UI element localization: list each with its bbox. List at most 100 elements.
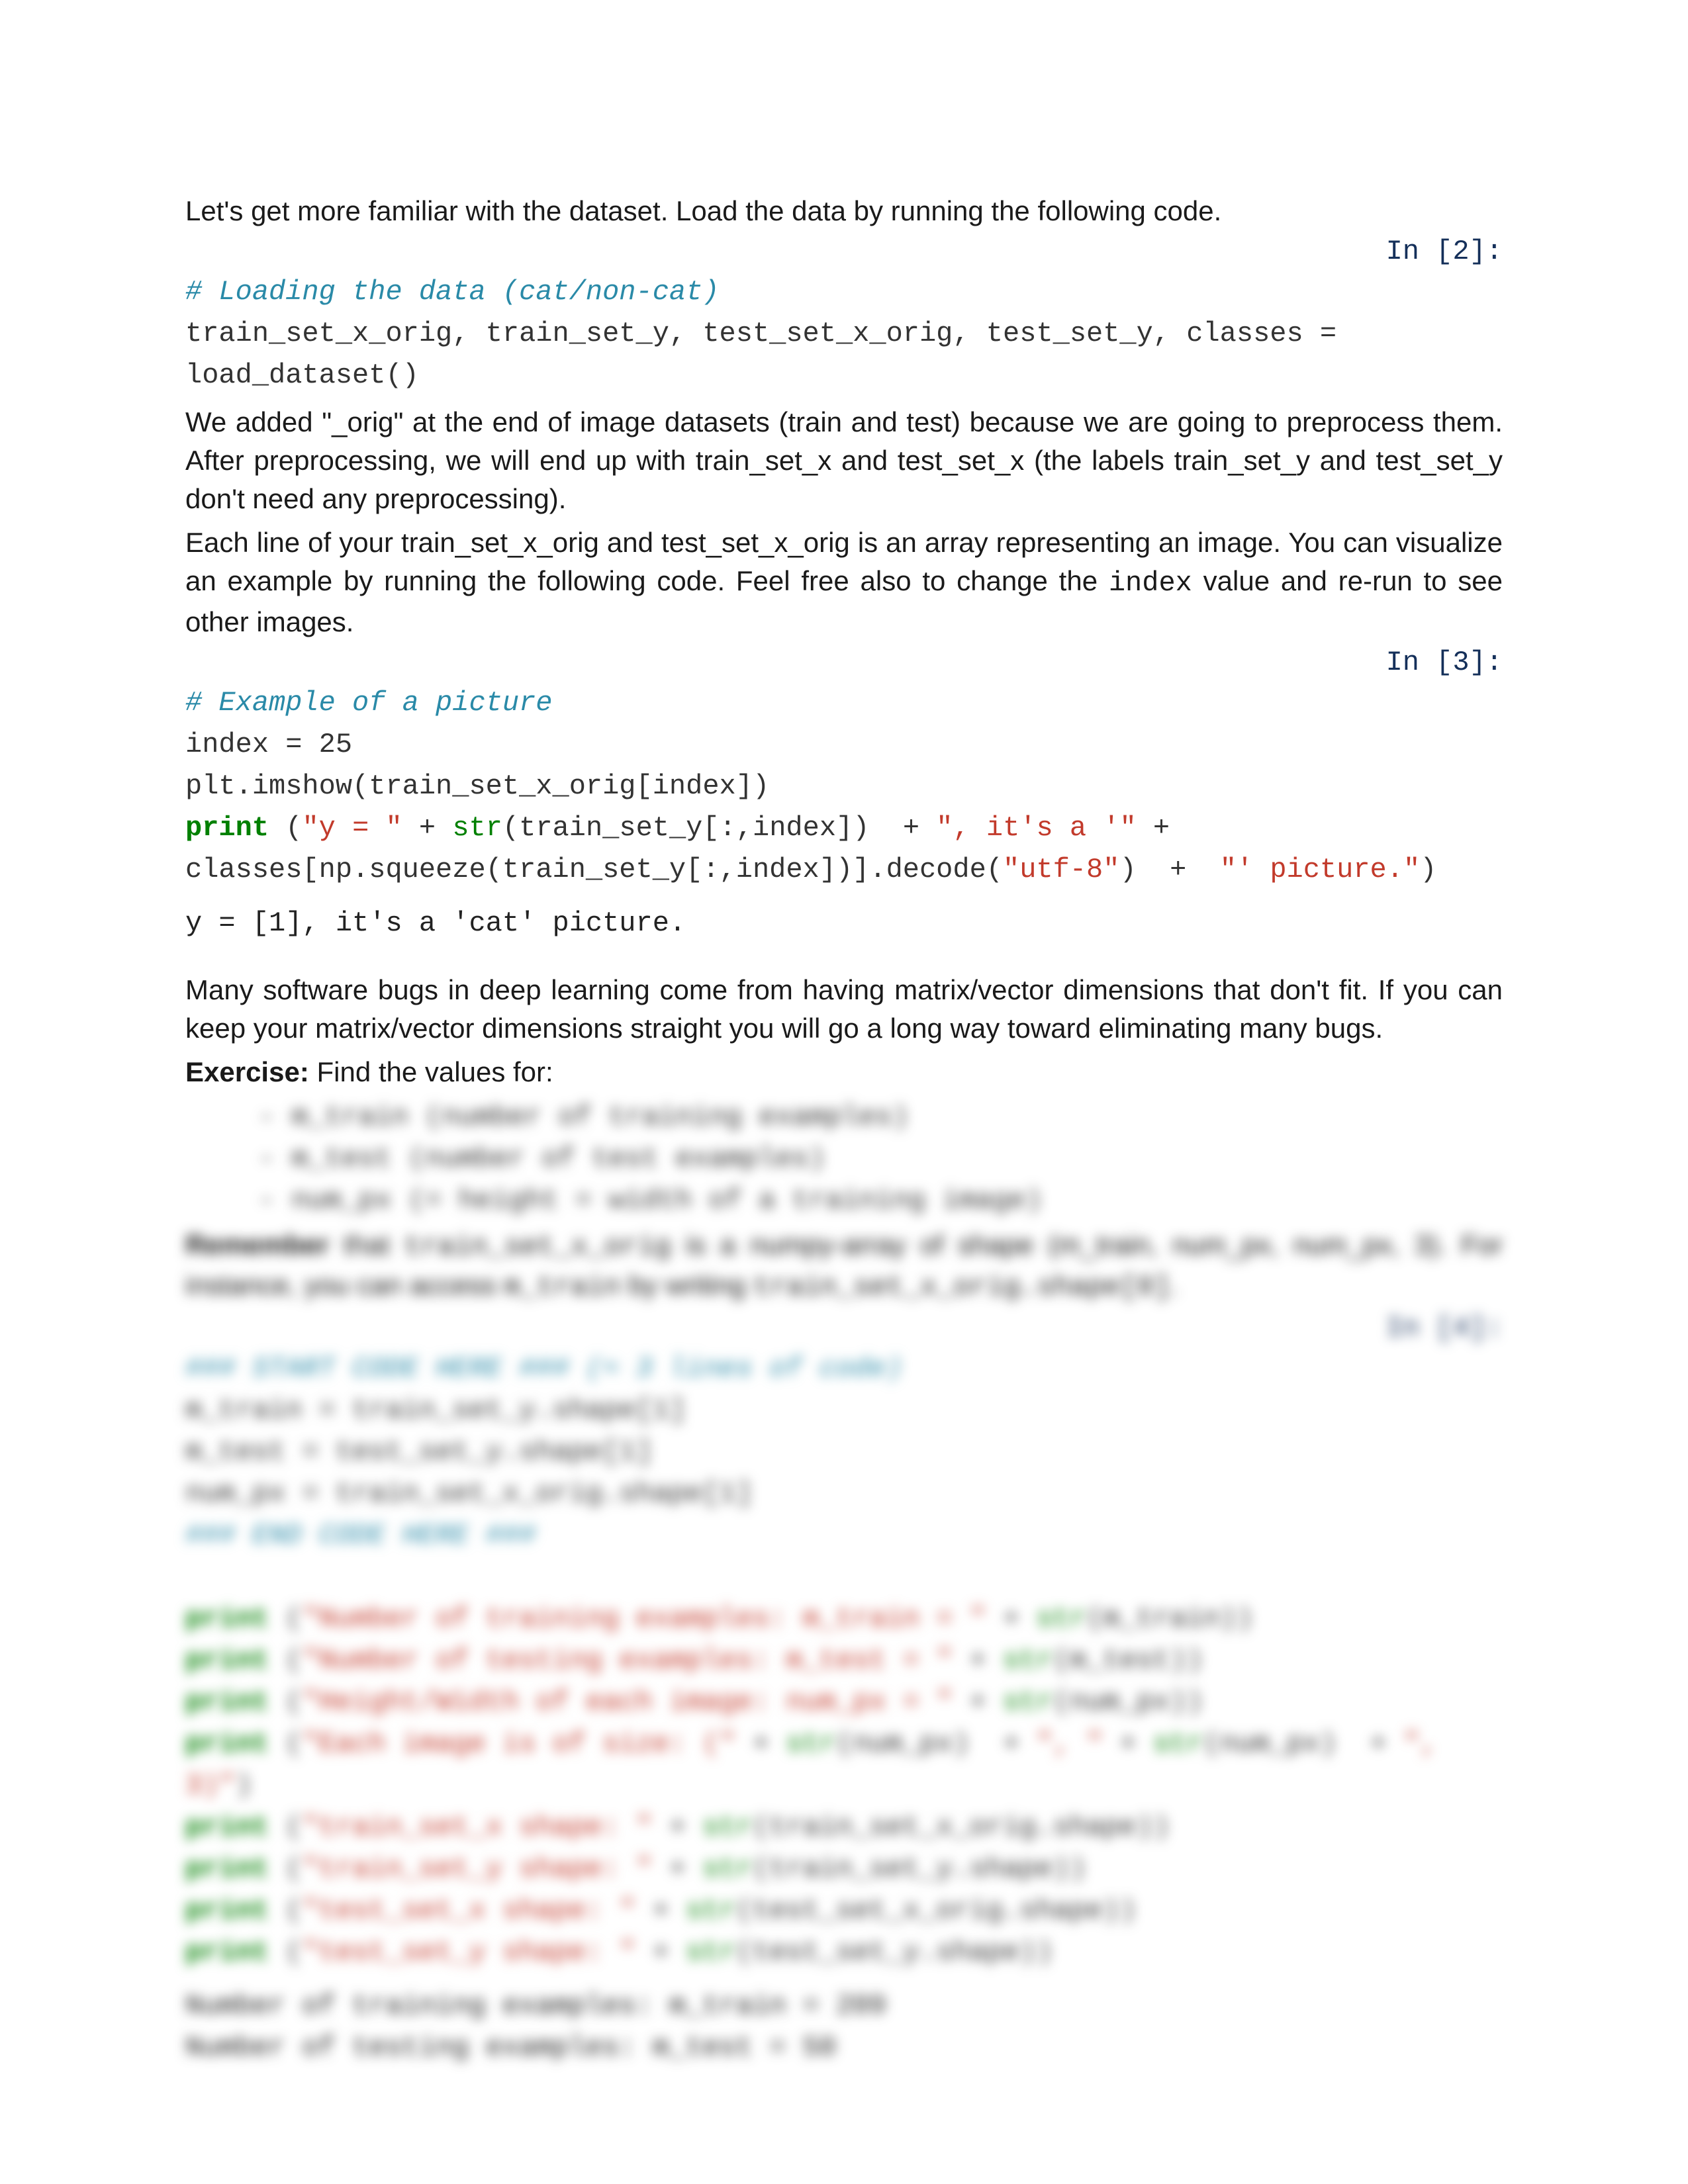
keyword-print: print	[185, 812, 269, 844]
builtin-str: str	[686, 1936, 736, 1968]
builtin-str: str	[786, 1728, 836, 1760]
code-operator: +	[1103, 1728, 1153, 1760]
builtin-str: str	[1003, 1645, 1053, 1676]
keyword-print: print	[185, 1895, 269, 1927]
code-text: (train_set_y.shape))	[753, 1853, 1086, 1885]
code-text: )	[236, 1770, 252, 1801]
text: that	[329, 1229, 404, 1260]
code-text: load_dataset()	[185, 359, 419, 391]
builtin-str: str	[1036, 1603, 1086, 1635]
code-text: m_test	[185, 1436, 302, 1468]
code-text: classes[np.squeeze(train_set_y[:,index])…	[185, 854, 1003, 886]
code-operator: +	[636, 1936, 686, 1968]
code-text: (num_px))	[1053, 1686, 1203, 1718]
code-text: m_train	[185, 1394, 319, 1426]
bugs-paragraph: Many software bugs in deep learning come…	[185, 971, 1503, 1048]
code-operator: +	[1353, 1728, 1403, 1760]
intro-paragraph: Let's get more familiar with the dataset…	[185, 192, 1503, 230]
inline-code: m_train	[504, 1271, 620, 1303]
code-text: (	[269, 812, 302, 844]
code-cell-3: # Example of a picture index = 25 plt.im…	[185, 682, 1503, 891]
builtin-str: str	[1153, 1728, 1203, 1760]
code-operator: +	[986, 1603, 1037, 1635]
blurred-content-region: - m_train (number of training examples) …	[185, 1097, 1503, 2070]
string-literal: "Each image is of size: ("	[302, 1728, 735, 1760]
code-comment: # Example of a picture	[185, 687, 553, 719]
string-literal: ", it's a '"	[936, 812, 1136, 844]
inline-code: train_set_x_orig	[404, 1231, 671, 1263]
keyword-print: print	[185, 1603, 269, 1635]
bullet-list: - m_train (number of training examples) …	[185, 1097, 1503, 1222]
code-text: (	[269, 1603, 302, 1635]
code-text: (num_px)	[1203, 1728, 1354, 1760]
string-literal: "test_set_x shape: "	[302, 1895, 635, 1927]
inline-code-index: index	[1109, 567, 1192, 599]
remember-paragraph: Remember that train_set_x_orig is a nump…	[185, 1226, 1503, 1308]
code-operator: +	[636, 1895, 686, 1927]
string-literal: "test_set_y shape: "	[302, 1936, 635, 1968]
code-text: 25	[302, 729, 352, 760]
string-literal: "train_set_x shape: "	[302, 1811, 652, 1843]
keyword-print: print	[185, 1853, 269, 1885]
code-text: (train_set_x_orig.shape))	[753, 1811, 1170, 1843]
code-text: )	[1420, 854, 1436, 886]
builtin-str: str	[452, 812, 502, 844]
exercise-label: Exercise:	[185, 1056, 309, 1087]
code-operator: +	[653, 1853, 703, 1885]
code-text: (	[269, 1645, 302, 1676]
cell-label-4: In [4]:	[185, 1312, 1503, 1344]
code-text: (	[269, 1686, 302, 1718]
document-page: Let's get more familiar with the dataset…	[0, 0, 1688, 2184]
remember-label: Remember	[185, 1229, 329, 1260]
code-operator: +	[653, 1811, 703, 1843]
output-cell-3: y = [1], it's a 'cat' picture.	[185, 903, 1503, 944]
string-literal: "Number of training examples: m_train = …	[302, 1603, 986, 1635]
code-text: (	[269, 1811, 302, 1843]
code-text: (train_set_y[:,index])	[502, 812, 886, 844]
code-text: (	[269, 1728, 302, 1760]
output-line: Number of training examples: m_train = 2…	[185, 1985, 1503, 2027]
code-text: )	[1119, 854, 1152, 886]
exercise-paragraph: Exercise: Find the values for:	[185, 1053, 1503, 1091]
code-operator: +	[736, 1728, 786, 1760]
code-operator: +	[953, 1645, 1003, 1676]
code-comment: # Loading the data (cat/non-cat)	[185, 276, 720, 308]
builtin-str: str	[686, 1895, 736, 1927]
code-text: (test_set_y.shape))	[736, 1936, 1053, 1968]
code-operator: =	[319, 1394, 336, 1426]
code-operator: +	[986, 1728, 1037, 1760]
text: by writing	[620, 1269, 753, 1300]
code-text: (	[269, 1895, 302, 1927]
code-text: train_set_x_orig, train_set_y, test_set_…	[185, 318, 1320, 349]
code-operator: +	[1153, 854, 1203, 886]
code-text: train_set_x_orig.shape[1]	[319, 1478, 753, 1510]
string-literal: "Number of testing examples: m_test = "	[302, 1645, 953, 1676]
bullet-item: - num_px (= height = width of a training…	[258, 1180, 1503, 1222]
string-literal: ", "	[1036, 1728, 1103, 1760]
output-cell-4: Number of training examples: m_train = 2…	[185, 1985, 1503, 2069]
code-cell-4: ### START CODE HERE ### (≈ 3 lines of co…	[185, 1348, 1503, 1974]
code-operator: +	[402, 812, 453, 844]
code-operator: +	[953, 1686, 1003, 1718]
explain-index-paragraph: Each line of your train_set_x_orig and t…	[185, 523, 1503, 641]
string-literal: "' picture."	[1203, 854, 1421, 886]
explain-orig-paragraph: We added "_orig" at the end of image dat…	[185, 403, 1503, 518]
code-text: (	[269, 1853, 302, 1885]
code-comment: ### START CODE HERE ### (≈ 3 lines of co…	[185, 1353, 903, 1385]
keyword-print: print	[185, 1811, 269, 1843]
code-text: (m_train))	[1086, 1603, 1253, 1635]
code-operator: =	[1320, 318, 1336, 349]
code-text: num_px	[185, 1478, 302, 1510]
builtin-str: str	[702, 1853, 753, 1885]
code-text: (	[269, 1936, 302, 1968]
bullet-item: - m_train (number of training examples)	[258, 1097, 1503, 1138]
code-comment: ### END CODE HERE ###	[185, 1520, 536, 1551]
code-text: plt.imshow(train_set_x_orig[index])	[185, 770, 769, 802]
keyword-print: print	[185, 1686, 269, 1718]
keyword-print: print	[185, 1936, 269, 1968]
text: Find the values for:	[309, 1056, 553, 1087]
code-text: (num_px)	[836, 1728, 986, 1760]
inline-code: train_set_x_orig.shape[0]	[753, 1271, 1170, 1303]
string-literal: "Height/Width of each image: num_px = "	[302, 1686, 953, 1718]
string-literal: "utf-8"	[1003, 854, 1119, 886]
